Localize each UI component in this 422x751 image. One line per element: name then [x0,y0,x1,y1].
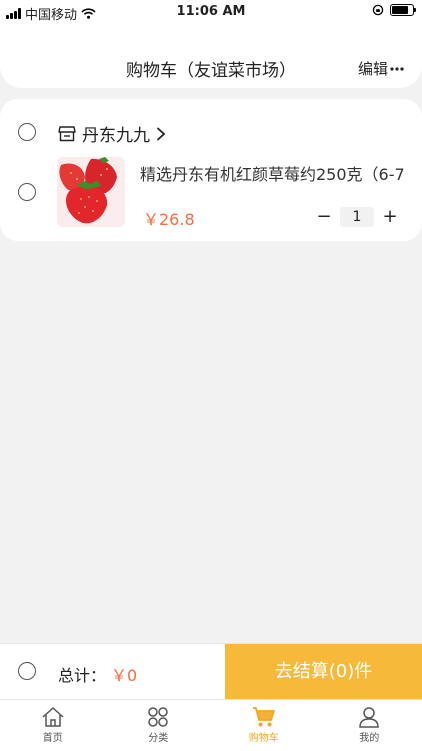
more-icon [390,66,404,72]
tab-category-label: 分类 [106,729,212,744]
tab-cart[interactable]: 购物车 [211,700,317,751]
quantity-value[interactable]: 1 [340,207,374,227]
nav-bar: 购物车（友谊菜市场） 编辑 [0,24,422,88]
edit-button[interactable]: 编辑 [358,58,404,79]
shop-select-radio[interactable] [18,123,36,141]
checkout-button[interactable]: 去结算(0)件 [225,644,422,700]
status-right [372,4,414,16]
total-label: 总计： [58,662,106,686]
tab-cart-label: 购物车 [211,729,317,744]
tab-category[interactable]: 分类 [106,700,212,751]
category-icon [146,706,170,728]
shop-header[interactable]: 丹东九九 [58,121,166,146]
select-all-radio[interactable] [18,662,36,680]
decrease-quantity-button[interactable]: − [316,206,332,227]
home-icon [41,706,65,728]
status-time: 11:06 AM [0,4,422,19]
product-name[interactable]: 精选丹东有机红颜草莓约250克（6-7 [140,161,422,185]
profile-icon [357,706,381,728]
status-bar: 中国移动 11:06 AM [0,0,422,24]
edit-label: 编辑 [358,58,388,79]
product-image[interactable] [57,157,125,227]
item-select-radio[interactable] [18,183,36,201]
tab-bar: 首页 分类 购物车 我的 [0,699,422,751]
shop-name: 丹东九九 [82,121,150,146]
battery-icon [390,4,414,16]
cart-icon [252,706,276,728]
store-icon [58,125,76,142]
checkout-bar: 总计： ￥0 去结算(0)件 [0,643,422,700]
tab-home[interactable]: 首页 [0,700,106,751]
chevron-right-icon [156,127,166,141]
product-price: ￥26.8 [143,206,195,230]
orientation-lock-icon [372,4,384,16]
tab-profile-label: 我的 [317,729,422,744]
total-value: ￥0 [111,662,137,686]
strawberry-image [57,157,125,227]
increase-quantity-button[interactable]: + [382,206,398,227]
tab-home-label: 首页 [0,729,106,744]
tab-profile[interactable]: 我的 [317,700,422,751]
quantity-stepper: − 1 + [316,206,398,227]
